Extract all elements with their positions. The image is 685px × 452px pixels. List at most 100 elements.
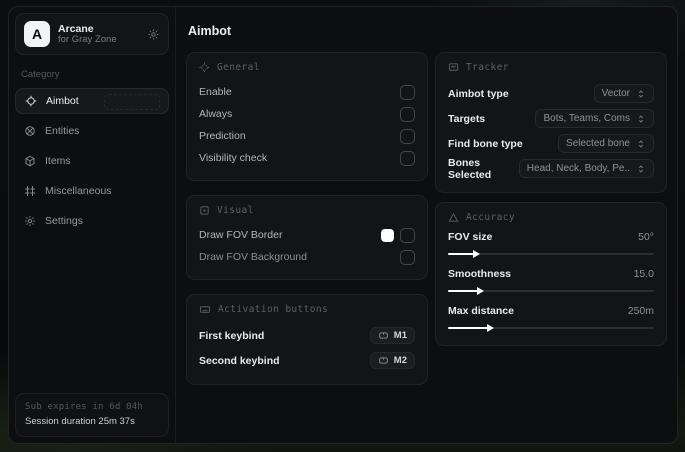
slider-row: Smoothness 15.0	[448, 268, 654, 295]
setting-row: Enable	[199, 81, 415, 103]
visual-card: Visual Draw FOV Border Draw FOV Backgrou…	[186, 195, 428, 280]
slider-thumb[interactable]	[472, 250, 480, 258]
select-value: Selected bone	[566, 138, 630, 149]
setting-label: Enable	[199, 86, 232, 98]
watermark	[104, 94, 160, 110]
setting-label: First keybind	[199, 329, 265, 342]
setting-row: Visibility check	[199, 147, 415, 169]
brand-card: A Arcane for Gray Zone	[15, 13, 169, 55]
package-icon	[24, 155, 36, 167]
setting-row: Aimbot type Vector	[448, 81, 654, 106]
slider-thumb[interactable]	[476, 287, 484, 295]
brand-name: Arcane	[58, 22, 94, 35]
setting-row: Draw FOV Background	[199, 246, 415, 268]
category-label: Category	[21, 69, 60, 80]
setting-label: Draw FOV Border	[199, 229, 283, 241]
sidebar-item-label: Settings	[45, 215, 83, 227]
page-title: Aimbot	[188, 24, 232, 38]
unfold-icon	[636, 164, 646, 174]
slider-row: FOV size 50°	[448, 231, 654, 258]
setting-row: First keybind M1	[199, 323, 415, 348]
max-distance-slider[interactable]	[448, 324, 654, 332]
slider-thumb[interactable]	[487, 324, 495, 332]
draw-fov-background-checkbox[interactable]	[400, 249, 415, 265]
setting-label: FOV size	[448, 231, 493, 243]
activation-buttons-card: Activation buttons First keybind M1 Seco…	[186, 294, 428, 385]
second-keybind-button[interactable]: M2	[369, 352, 415, 369]
sidebar-item-label: Aimbot	[46, 95, 79, 107]
sidebar-item-settings[interactable]: Settings	[15, 208, 169, 234]
setting-row: Always	[199, 103, 415, 125]
setting-label: Prediction	[199, 130, 246, 142]
sidebar-item-label: Miscellaneous	[45, 185, 112, 197]
accuracy-card: Accuracy FOV size 50° Smoothness 15.0 Ma…	[435, 202, 667, 346]
select-value: Vector	[601, 88, 630, 99]
setting-row: Second keybind M2	[199, 348, 415, 373]
slider-row: Max distance 250m	[448, 305, 654, 332]
sidebar-item-items[interactable]: Items	[15, 148, 169, 174]
card-title: Accuracy	[466, 212, 515, 223]
setting-label: Second keybind	[199, 354, 280, 367]
gear-icon[interactable]	[147, 28, 160, 41]
slider-value: 15.0	[633, 268, 654, 280]
bones-selected-select[interactable]: Head, Neck, Body, Pe..	[518, 159, 654, 178]
prediction-checkbox[interactable]	[400, 128, 415, 144]
brand-text: Arcane for Gray Zone	[58, 23, 139, 46]
sun-icon	[199, 205, 210, 216]
crosshair-icon	[25, 95, 37, 107]
smoothness-slider[interactable]	[448, 287, 654, 295]
game-background: A Arcane for Gray Zone Category Aimbot E…	[0, 0, 685, 452]
triangle-icon	[448, 212, 459, 223]
sidebar-item-aimbot[interactable]: Aimbot	[15, 88, 169, 114]
session-duration-text: Session duration 25m 37s	[25, 415, 135, 427]
main-content: Aimbot General Enable Always Prediction …	[176, 7, 677, 443]
unfold-icon	[636, 114, 646, 124]
radar-icon	[24, 125, 36, 137]
setting-label: Find bone type	[448, 137, 523, 150]
select-value: Head, Neck, Body, Pe..	[526, 163, 630, 174]
sidebar: A Arcane for Gray Zone Category Aimbot E…	[9, 7, 176, 443]
general-card: General Enable Always Prediction Visibil…	[186, 52, 428, 181]
monitor-icon	[448, 62, 459, 73]
card-title: Activation buttons	[218, 304, 329, 315]
setting-row: Bones Selected Head, Neck, Body, Pe..	[448, 156, 654, 181]
visibility-check-checkbox[interactable]	[400, 150, 415, 166]
keyboard-icon	[199, 304, 211, 315]
find-bone-type-select[interactable]: Selected bone	[558, 134, 654, 153]
card-title: General	[217, 62, 260, 73]
setting-label: Aimbot type	[448, 87, 509, 100]
brand-logo: A	[24, 21, 50, 47]
first-keybind-button[interactable]: M1	[369, 327, 415, 344]
sub-expires-text: Sub expires in 6d 04h	[25, 402, 143, 413]
setting-label: Smoothness	[448, 268, 512, 280]
aimbot-type-select[interactable]: Vector	[593, 84, 654, 103]
mouse-icon	[378, 356, 389, 365]
brand-subtitle: for Gray Zone	[58, 33, 117, 45]
sidebar-item-entities[interactable]: Entities	[15, 118, 169, 144]
targets-select[interactable]: Bots, Teams, Coms	[535, 109, 654, 128]
subscription-card: Sub expires in 6d 04h Session duration 2…	[15, 393, 169, 437]
setting-row: Draw FOV Border	[199, 224, 415, 246]
fov-border-color-swatch[interactable]	[381, 228, 394, 242]
always-checkbox[interactable]	[400, 106, 415, 122]
mouse-icon	[378, 331, 389, 340]
card-title: Tracker	[466, 62, 509, 73]
enable-checkbox[interactable]	[400, 84, 415, 100]
setting-label: Draw FOV Background	[199, 251, 307, 263]
gear-icon	[24, 215, 36, 227]
unfold-icon	[636, 139, 646, 149]
sidebar-nav: Aimbot Entities Items Miscellaneous Sett…	[15, 88, 169, 234]
sidebar-item-miscellaneous[interactable]: Miscellaneous	[15, 178, 169, 204]
fov-size-slider[interactable]	[448, 250, 654, 258]
select-value: Bots, Teams, Coms	[543, 113, 630, 124]
setting-row: Find bone type Selected bone	[448, 131, 654, 156]
overlay-window: A Arcane for Gray Zone Category Aimbot E…	[8, 6, 678, 444]
card-title: Visual	[217, 205, 254, 216]
sliders-icon	[24, 185, 36, 197]
unfold-icon	[636, 89, 646, 99]
setting-label: Visibility check	[199, 152, 268, 164]
draw-fov-border-checkbox[interactable]	[400, 227, 415, 243]
setting-label: Targets	[448, 112, 486, 125]
sidebar-item-label: Entities	[45, 125, 80, 137]
keybind-value: M2	[393, 355, 407, 366]
